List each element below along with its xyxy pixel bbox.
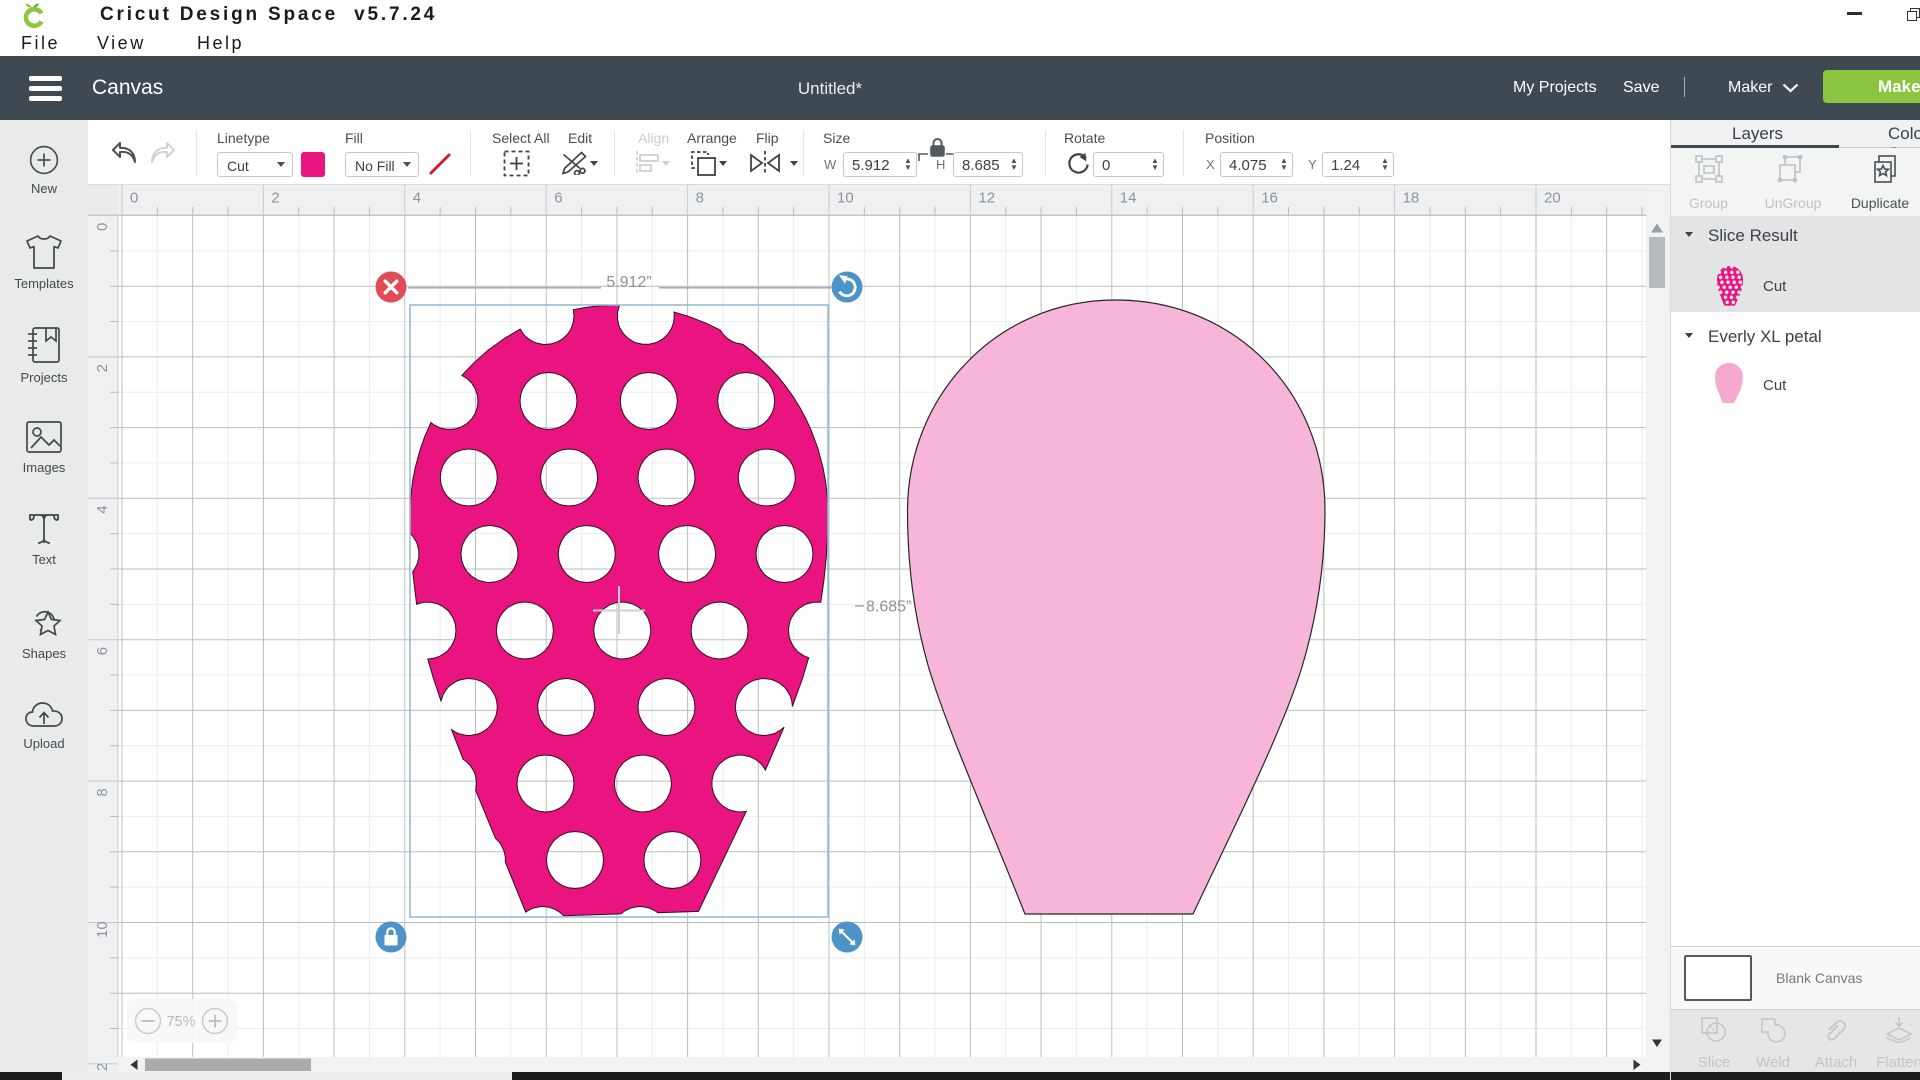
svg-text:12: 12 — [978, 190, 995, 207]
svg-text:16: 16 — [1261, 190, 1278, 207]
svg-text:5.912”: 5.912” — [606, 274, 651, 291]
svg-text:10: 10 — [94, 921, 111, 938]
svg-text:2: 2 — [94, 364, 111, 372]
svg-text:14: 14 — [1120, 190, 1137, 207]
svg-text:4: 4 — [94, 505, 111, 513]
svg-text:8.685”: 8.685” — [866, 599, 911, 616]
svg-text:6: 6 — [94, 647, 111, 655]
svg-text:20: 20 — [1544, 190, 1561, 207]
svg-text:2: 2 — [271, 190, 279, 207]
svg-text:4: 4 — [413, 190, 421, 207]
svg-text:8: 8 — [94, 788, 111, 796]
svg-text:0: 0 — [130, 190, 138, 207]
svg-text:6: 6 — [554, 190, 562, 207]
svg-text:18: 18 — [1403, 190, 1420, 207]
svg-text:0: 0 — [94, 223, 111, 231]
svg-text:8: 8 — [696, 190, 704, 207]
svg-text:75%: 75% — [166, 1014, 195, 1030]
svg-text:10: 10 — [837, 190, 854, 207]
